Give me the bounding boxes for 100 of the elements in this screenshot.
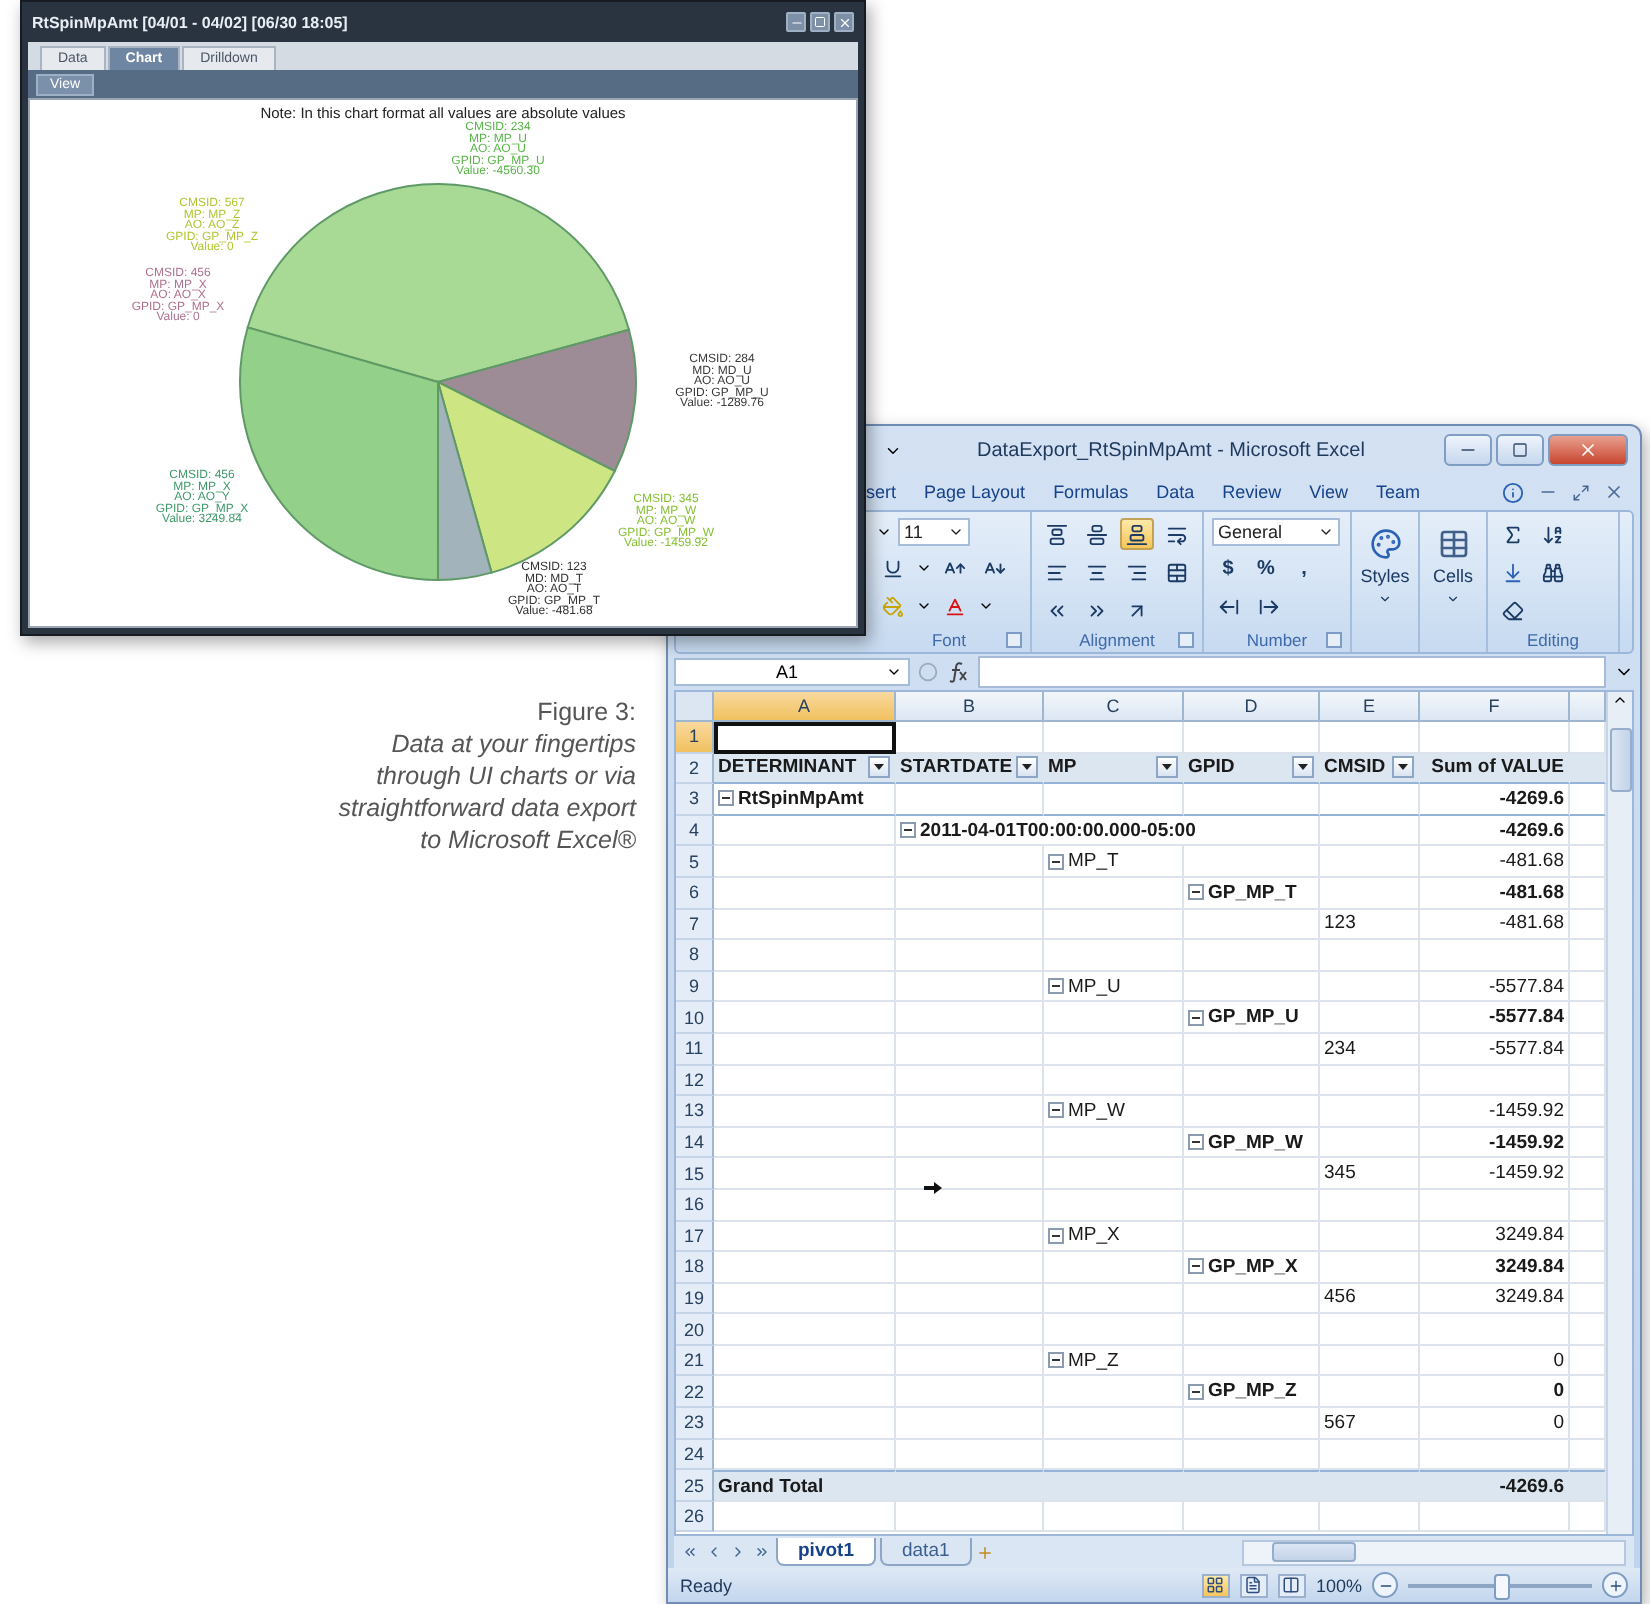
restore-icon[interactable] (1572, 483, 1590, 501)
row-number[interactable]: 24 (676, 1439, 714, 1471)
vertical-scrollbar[interactable] (1606, 692, 1632, 1534)
row-number[interactable]: 19 (676, 1283, 714, 1315)
row-number[interactable]: 14 (676, 1127, 714, 1159)
caret-icon[interactable] (916, 598, 932, 614)
row-number[interactable]: 1 (676, 722, 714, 754)
styles-button[interactable]: Styles (1360, 518, 1410, 650)
row-number[interactable]: 7 (676, 909, 714, 941)
row-number[interactable]: 8 (676, 940, 714, 972)
collapse-button[interactable] (1048, 1102, 1064, 1119)
row-number[interactable]: 11 (676, 1033, 714, 1066)
collapse-button[interactable] (718, 790, 734, 807)
ribbon-tab[interactable]: sert (866, 482, 897, 502)
ribbon-tab[interactable]: Page Layout (924, 482, 1026, 502)
ribbon-tab[interactable]: Data (1156, 482, 1195, 502)
row-number[interactable]: 2 (676, 753, 714, 785)
normal-view-button[interactable] (1201, 1573, 1230, 1597)
row-number[interactable]: 6 (676, 877, 714, 910)
column-header[interactable]: A (714, 692, 896, 722)
zoom-in-button[interactable] (1602, 1572, 1628, 1598)
collapse-button[interactable] (1188, 1383, 1204, 1400)
font-size-field[interactable]: 11 (898, 518, 970, 546)
scroll-thumb[interactable] (1609, 728, 1631, 792)
column-header[interactable]: E (1320, 692, 1420, 722)
collapse-button[interactable] (1188, 1009, 1204, 1026)
close-button[interactable] (1548, 434, 1628, 466)
caret-icon[interactable] (876, 524, 892, 540)
row-number[interactable]: 22 (676, 1376, 714, 1409)
row-number[interactable]: 16 (676, 1189, 714, 1221)
page-break-button[interactable] (1277, 1573, 1306, 1597)
help-icon[interactable] (1502, 481, 1524, 503)
collapse-button[interactable] (1188, 1258, 1204, 1275)
name-box[interactable]: A1 (674, 658, 910, 686)
zoom-out-button[interactable] (1372, 1572, 1398, 1598)
number-format-field[interactable]: General (1212, 518, 1340, 546)
cell-text: GP_MP_Z (1208, 1380, 1297, 1403)
slider-thumb[interactable] (1494, 1573, 1510, 1599)
row-number[interactable]: 3 (676, 784, 714, 816)
filter-button[interactable] (1392, 756, 1414, 779)
caret-icon[interactable] (978, 598, 994, 614)
collapse-button[interactable] (1048, 1352, 1064, 1369)
scroll-thumb[interactable] (1272, 1542, 1356, 1562)
cell-text: 234 (1324, 1037, 1356, 1060)
collapse-button[interactable] (1188, 884, 1204, 901)
cell-text: 3249.84 (1495, 1255, 1564, 1278)
number-format-button[interactable]: , (1288, 552, 1320, 584)
collapse-button[interactable] (900, 822, 916, 839)
cells-button[interactable]: Cells (1428, 518, 1478, 650)
filter-button[interactable] (868, 756, 890, 779)
cell-text: -1459.92 (1488, 1099, 1564, 1122)
restore-button[interactable] (1496, 434, 1544, 466)
ribbon-tab[interactable]: Formulas (1053, 482, 1129, 502)
row-number[interactable]: 10 (676, 1002, 714, 1034)
collapse-button[interactable] (1048, 1227, 1064, 1244)
column-header[interactable]: F (1420, 692, 1570, 722)
collapse-button[interactable] (1048, 853, 1064, 870)
table-cell (1044, 1408, 1184, 1440)
function-icon[interactable] (946, 660, 970, 684)
close-button[interactable] (834, 12, 854, 32)
page-icon (1244, 1576, 1263, 1594)
collapse-button[interactable] (1048, 978, 1064, 995)
ribbon-tab[interactable]: View (1309, 482, 1348, 502)
group-label: Alignment (1079, 630, 1155, 650)
row-number[interactable]: 15 (676, 1158, 714, 1190)
cell-text: 0 (1553, 1349, 1564, 1372)
column-header[interactable]: B (896, 692, 1044, 722)
maximize-button[interactable] (810, 12, 830, 32)
filter-button[interactable] (1156, 756, 1178, 779)
row-number[interactable]: 21 (676, 1345, 714, 1377)
row-number[interactable]: 25 (676, 1470, 714, 1502)
row-number[interactable]: 23 (676, 1408, 714, 1440)
sheet-tab[interactable]: data1 (879, 1538, 972, 1566)
row-number[interactable]: 20 (676, 1314, 714, 1346)
caret-icon[interactable] (916, 560, 932, 576)
row-number[interactable]: 13 (676, 1096, 714, 1128)
formula-input[interactable] (978, 656, 1606, 688)
row-number[interactable]: 9 (676, 971, 714, 1003)
number-format-button[interactable]: $ (1212, 552, 1244, 584)
page-layout-button[interactable] (1239, 1573, 1268, 1597)
row-number[interactable]: 12 (676, 1065, 714, 1097)
ribbon-tab[interactable]: Review (1222, 482, 1282, 502)
close-icon[interactable] (1604, 482, 1624, 502)
ribbon-tab[interactable]: Team (1375, 482, 1420, 502)
double-chevron-icon (1086, 599, 1108, 621)
horizontal-scrollbar[interactable] (1242, 1539, 1626, 1565)
row-number[interactable]: 17 (676, 1221, 714, 1253)
collapse-button[interactable] (1188, 1134, 1204, 1151)
filter-button[interactable] (1016, 756, 1039, 779)
row-number[interactable]: 5 (676, 846, 714, 878)
number-format-button[interactable]: % (1250, 552, 1282, 584)
bottom-align-button[interactable] (1120, 518, 1154, 550)
filter-button[interactable] (1292, 756, 1314, 779)
row-number[interactable]: 4 (676, 815, 714, 847)
row-number[interactable]: 26 (676, 1501, 714, 1533)
column-header[interactable]: C (1044, 692, 1184, 722)
caret-icon (1318, 524, 1334, 540)
row-number[interactable]: 18 (676, 1252, 714, 1284)
column-header[interactable]: D (1184, 692, 1320, 722)
sheet-tab[interactable]: pivot1 (776, 1538, 876, 1566)
